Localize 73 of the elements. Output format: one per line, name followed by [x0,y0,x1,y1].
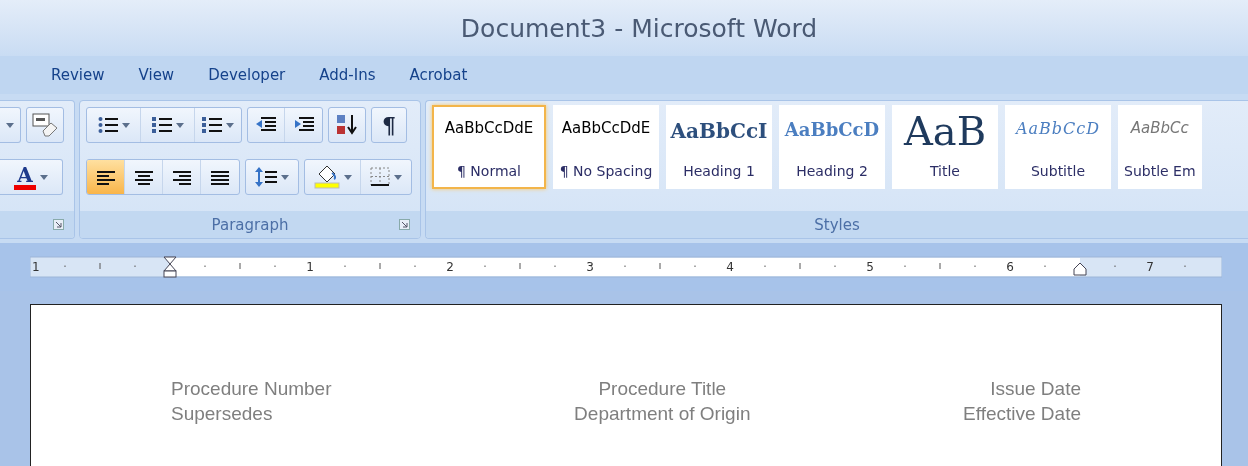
ribbon-tab[interactable]: Developer [191,62,303,88]
align-justify-icon [211,169,229,185]
multilevel-list-icon [202,116,222,134]
ruler-number: 2 [446,260,454,274]
style-tile[interactable]: AaB Title [892,105,998,189]
style-tile[interactable]: AaBbCcDdE ¶ Normal [432,105,546,189]
header-text: Procedure Number [171,377,332,401]
caret-icon [281,174,289,180]
font-color-glyph: A [17,164,33,185]
style-name: Subtitle [1031,163,1085,179]
style-name: ¶ No Spacing [559,163,653,179]
style-name: Title [930,163,960,179]
caret-icon [175,122,184,128]
style-sample: AaBbCcD [784,119,880,140]
ruler-number: 3 [586,260,594,274]
ribbon-tab[interactable]: Acrobat [392,62,485,88]
decrease-indent-icon [256,116,276,134]
style-name: Heading 2 [796,163,868,179]
ribbon-tab[interactable]: Review [34,62,122,88]
caret-icon [343,174,352,180]
align-right-icon [172,169,191,185]
header-text: Department of Origin [574,402,751,426]
style-sample: AaBbCcDdE [561,119,651,137]
sort-icon [335,114,359,136]
right-indent-marker-icon[interactable] [1073,262,1087,276]
header-text: Issue Date [990,377,1081,401]
show-marks-button[interactable]: ¶ [372,108,406,142]
numbered-list-icon [151,116,172,134]
style-sample: AaBbCc [1130,119,1189,137]
style-tile[interactable]: AaBbCcD Heading 2 [779,105,885,189]
ribbon-tab[interactable]: Add-Ins [302,62,393,88]
dialog-launcher-icon[interactable] [399,219,410,230]
increase-indent-icon [293,116,314,134]
paint-bucket-icon [313,165,340,189]
caret-icon [394,174,402,180]
ribbon-tab[interactable]: View [121,62,192,88]
style-name: Subtle Em [1124,163,1196,179]
ruler-number: 7 [1146,260,1154,274]
align-button[interactable] [87,160,125,194]
ruler-number: 6 [1006,260,1014,274]
dialog-launcher-icon[interactable] [53,219,64,230]
ruler-number: 1 [306,260,314,274]
bullet-list-icon [97,116,118,134]
header-text: Procedure Title [598,377,727,401]
ruler-number: 4 [726,260,734,274]
style-sample: AaBbCcDdE [444,119,534,137]
borders-icon [370,167,390,187]
group-label: Paragraph [211,215,289,234]
style-name: ¶ Normal [457,163,521,179]
caret-icon [226,122,234,128]
ruler-number: 1 [32,260,40,274]
style-tile[interactable]: AaBbCcI Heading 1 [666,105,772,189]
line-spacing-icon [255,167,277,187]
caret-icon [6,122,14,128]
color-bar-icon [14,184,36,190]
style-name: Heading 1 [683,163,755,179]
clear-formatting-icon [32,113,58,137]
align-center-icon [134,169,153,185]
group-label: Styles [814,215,860,234]
style-tile[interactable]: AaBbCcDdE ¶ No Spacing [553,105,659,189]
indent-marker-icon[interactable] [163,256,177,278]
align-left-icon [96,169,115,185]
style-sample: AaBbCcD [1015,119,1101,138]
window-title: Document3 - Microsoft Word [459,13,818,43]
caret-icon [40,174,48,180]
style-tile[interactable]: AaBbCcD Subtitle [1005,105,1111,189]
style-tile[interactable]: AaBbCc Subtle Em [1118,105,1202,189]
style-sample: AaBbCcI [670,119,768,143]
header-text: Supersedes [171,402,273,426]
header-text: Effective Date [963,402,1081,426]
style-sample: AaB [903,113,987,149]
ruler-number: 5 [866,260,874,274]
caret-icon [121,122,130,128]
